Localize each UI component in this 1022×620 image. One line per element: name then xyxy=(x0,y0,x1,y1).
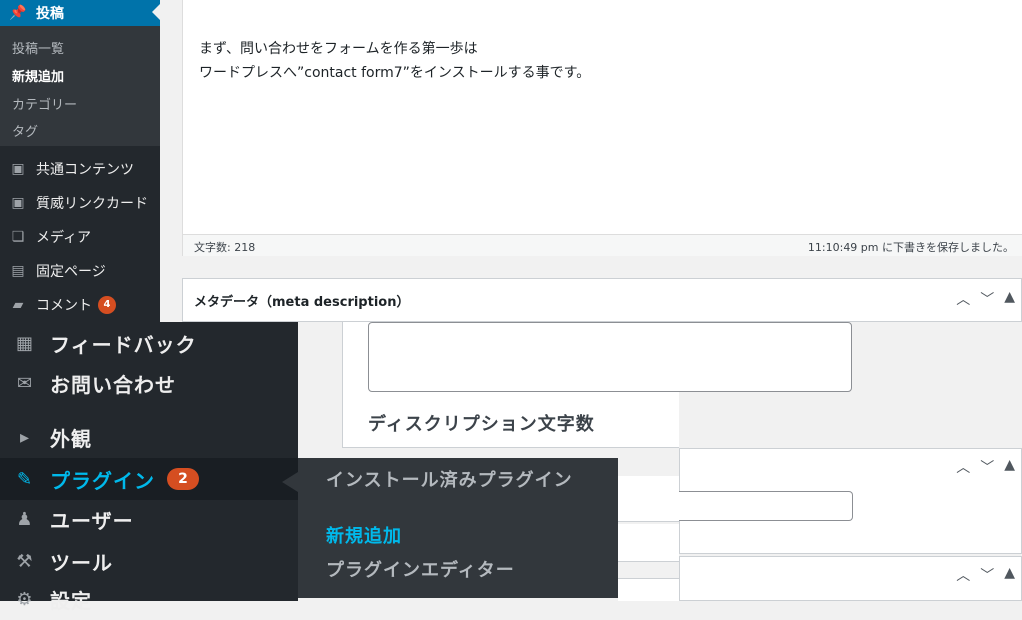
menu-pages[interactable]: ▤ 固定ページ xyxy=(0,254,160,288)
menu-label: 共通コンテンツ xyxy=(36,162,134,178)
current-menu-arrow xyxy=(152,4,160,20)
feedback-icon: ▦ xyxy=(15,332,34,354)
toggle-icon[interactable]: ▲ xyxy=(1004,565,1015,585)
post-editor[interactable]: まず、問い合わせをフォームを作る第一歩は ワードプレスへ”contact for… xyxy=(182,0,1022,256)
menu-users[interactable]: ♟ ユーザー xyxy=(0,498,298,540)
media-icon: ❏ xyxy=(11,229,25,245)
menu-label: メディア xyxy=(36,230,92,246)
menu-label: 設定 xyxy=(50,588,92,613)
menu-contact[interactable]: ✉ お問い合わせ xyxy=(0,362,298,404)
menu-label: プラグイン xyxy=(50,468,155,493)
zoom-admin-sidebar: ▦ フィードバック ✉ お問い合わせ ▸ 外観 ✎ プラグイン 2 ♟ ユーザー… xyxy=(0,322,298,613)
chevron-up-icon[interactable]: ︿ xyxy=(956,289,970,309)
text-input[interactable] xyxy=(679,491,853,521)
menu-label: コメント xyxy=(36,298,92,314)
submenu-all-posts[interactable]: 投稿一覧 xyxy=(12,38,64,57)
plugin-update-badge: 2 xyxy=(167,468,199,490)
box-controls: ︿ ﹀ ▲ xyxy=(956,289,1015,309)
editor-status-bar: 文字数: 218 11:10:49 pm に下書きを保存しました。 xyxy=(182,234,1022,256)
description-count-label: ディスクリプション文字数 xyxy=(368,414,595,435)
page-icon: ▤ xyxy=(11,263,25,279)
toggle-icon[interactable]: ▲ xyxy=(1004,457,1015,477)
menu-comments[interactable]: ▰ コメント 4 xyxy=(0,288,160,322)
wrench-icon: ⚒ xyxy=(16,550,34,572)
meta-box-3: ︿ ﹀ ▲ xyxy=(679,556,1022,601)
zoom-lower-card xyxy=(618,476,679,522)
flyout-installed-plugins[interactable]: インストール済みプラグイン xyxy=(326,470,606,492)
editor-text-line: ワードプレスへ”contact form7”をインストールする事です。 xyxy=(199,65,591,81)
comment-count-badge: 4 xyxy=(98,296,116,314)
submenu-categories[interactable]: カテゴリー xyxy=(12,94,77,113)
autosave-status: 11:10:49 pm に下書きを保存しました。 xyxy=(807,241,1014,254)
menu-appearance[interactable]: ▸ 外観 xyxy=(0,416,298,458)
flyout-arrow xyxy=(282,472,298,492)
flyout-add-new[interactable]: 新規追加 xyxy=(326,526,606,548)
toggle-icon[interactable]: ▲ xyxy=(1004,289,1015,309)
comment-icon: ▰ xyxy=(12,297,24,313)
user-icon: ♟ xyxy=(16,508,34,530)
pin-icon: 📌 xyxy=(9,5,27,21)
submenu-tags[interactable]: タグ xyxy=(12,121,38,140)
menu-media[interactable]: ❏ メディア xyxy=(0,220,160,254)
menu-common-content[interactable]: ▣ 共通コンテンツ xyxy=(0,152,160,186)
box-controls: ︿ ﹀ ▲ xyxy=(956,457,1015,477)
posts-submenu: 投稿一覧 新規追加 カテゴリー タグ xyxy=(0,26,160,146)
menu-label: フィードバック xyxy=(50,332,197,357)
brush-icon: ▸ xyxy=(19,426,31,448)
menu-label: お問い合わせ xyxy=(50,372,176,397)
menu-plugins[interactable]: ✎ プラグイン 2 xyxy=(0,458,298,500)
word-count: 文字数: 218 xyxy=(194,241,256,254)
meta-description-textarea[interactable] xyxy=(368,322,852,392)
menu-posts-label: 投稿 xyxy=(36,6,64,22)
chevron-down-icon[interactable]: ﹀ xyxy=(980,565,994,585)
menu-label: 固定ページ xyxy=(36,264,106,280)
chevron-up-icon[interactable]: ︿ xyxy=(956,457,970,477)
zoom-lower-card xyxy=(618,524,679,562)
menu-label: ツール xyxy=(50,550,113,575)
puzzle-icon: ▣ xyxy=(11,161,25,177)
meta-box-title: メタデータ（meta description） xyxy=(194,295,410,310)
menu-posts[interactable]: 📌 投稿 xyxy=(0,0,160,26)
menu-label: ユーザー xyxy=(50,508,134,533)
mail-icon: ✉ xyxy=(16,372,34,394)
zoom-lower-card xyxy=(618,578,679,601)
plugins-flyout-menu: インストール済みプラグイン 新規追加 プラグインエディター xyxy=(298,458,618,598)
editor-text-line: まず、問い合わせをフォームを作る第一歩は xyxy=(199,41,478,57)
submenu-add-new[interactable]: 新規追加 xyxy=(12,66,64,85)
chevron-down-icon[interactable]: ﹀ xyxy=(980,457,994,477)
settings-icon: ⚙ xyxy=(16,588,34,610)
chevron-down-icon[interactable]: ﹀ xyxy=(980,289,994,309)
flyout-plugin-editor[interactable]: プラグインエディター xyxy=(326,560,606,582)
box-controls: ︿ ﹀ ▲ xyxy=(956,565,1015,585)
menu-label: 質威リンクカード xyxy=(36,196,148,212)
menu-tools[interactable]: ⚒ ツール xyxy=(0,540,298,582)
menu-label: 外観 xyxy=(50,426,92,451)
menu-link-card[interactable]: ▣ 質威リンクカード xyxy=(0,186,160,220)
meta-description-box: メタデータ（meta description） ︿ ﹀ ▲ xyxy=(182,278,1022,322)
chevron-up-icon[interactable]: ︿ xyxy=(956,565,970,585)
plug-icon: ✎ xyxy=(16,468,34,490)
menu-feedback[interactable]: ▦ フィードバック xyxy=(0,322,298,364)
menu-settings[interactable]: ⚙ 設定 xyxy=(0,578,298,620)
puzzle-icon: ▣ xyxy=(11,195,25,211)
